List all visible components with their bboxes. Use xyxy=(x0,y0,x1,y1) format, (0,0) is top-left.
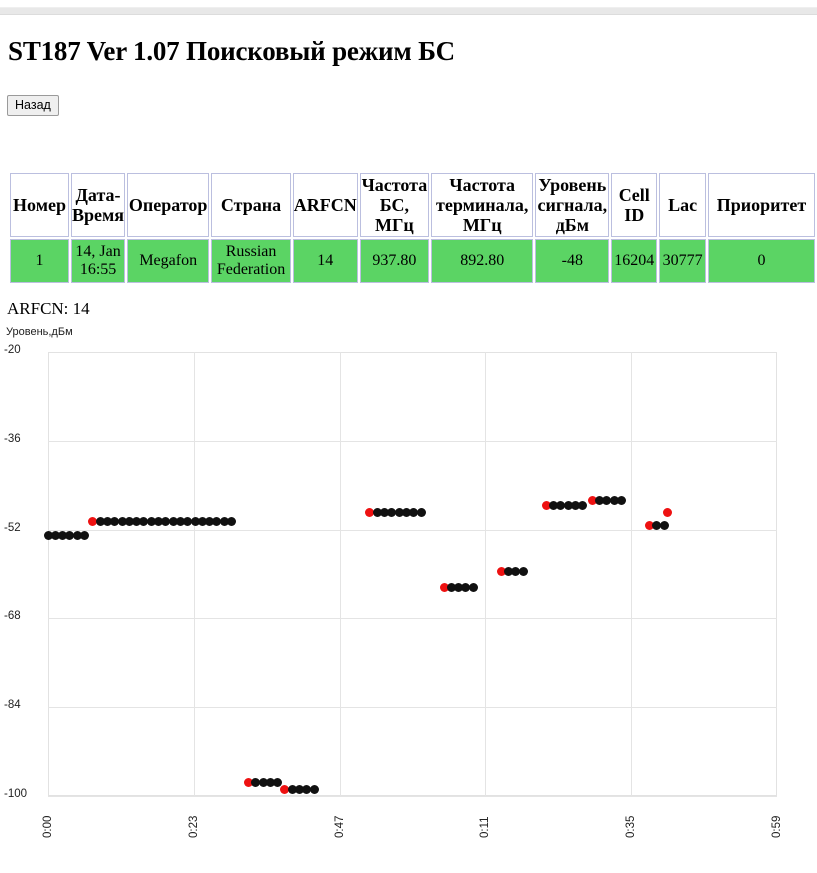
column-header-cell-id: Cell ID xyxy=(611,173,658,237)
cell-cell-id: 16204 xyxy=(611,239,658,283)
column-header-datetime: Дата- Время xyxy=(71,173,126,237)
header-line-1: Cell xyxy=(618,184,650,205)
gridline-vertical xyxy=(485,352,487,796)
cell-line-1: 14, Jan xyxy=(75,243,121,261)
base-station-table: Номер Дата- Время Оператор Страна ARFCN … xyxy=(8,171,817,285)
header-line-1: Частота xyxy=(449,174,516,195)
header-line-2: Время xyxy=(72,205,125,225)
y-tick-label: -52 xyxy=(4,521,21,534)
gridline-horizontal xyxy=(48,440,777,442)
column-header-priority: Приоритет xyxy=(707,173,815,237)
cell-terminal-frequency: 892.80 xyxy=(431,239,534,283)
column-header-terminal-frequency: Частота терминала, МГц xyxy=(431,173,534,237)
x-tick-label: 0:59 xyxy=(771,815,783,838)
data-point xyxy=(226,516,236,526)
gridline-horizontal xyxy=(48,618,777,620)
header-line-1: Дата- xyxy=(75,184,121,205)
data-point xyxy=(518,566,528,576)
column-header-number: Номер xyxy=(10,173,70,237)
cell-number: 1 xyxy=(10,239,70,283)
header-line-3: МГц xyxy=(374,215,414,236)
y-tick-label: -20 xyxy=(4,344,21,356)
cell-arfcn: 14 xyxy=(292,239,358,283)
x-tick-label: 0:11 xyxy=(479,816,492,838)
y-tick-label: -100 xyxy=(4,788,28,800)
plot-area xyxy=(48,352,777,796)
x-tick-label: 0:35 xyxy=(625,815,638,838)
table-header-row: Номер Дата- Время Оператор Страна ARFCN … xyxy=(10,173,815,237)
table-row: 1 14, Jan 16:55 Megafon Russian Federati… xyxy=(10,239,815,283)
cell-line-1: Russian xyxy=(225,243,277,261)
cell-line-2: 16:55 xyxy=(79,261,117,278)
cell-priority: 0 xyxy=(707,239,815,283)
data-point xyxy=(309,784,319,794)
data-point xyxy=(659,521,669,531)
x-tick-label: 0:47 xyxy=(333,815,346,838)
data-point xyxy=(79,530,89,540)
header-line-3: дБм xyxy=(555,215,589,236)
arfcn-label: ARFCN: 14 xyxy=(7,299,90,318)
cell-signal-level: -48 xyxy=(535,239,610,283)
y-tick-label: -36 xyxy=(4,432,21,445)
column-header-lac: Lac xyxy=(659,173,706,237)
column-header-bs-frequency: Частота БС, МГц xyxy=(359,173,430,237)
column-header-country: Страна xyxy=(211,173,291,237)
header-line-2: терминала, xyxy=(436,194,529,215)
header-line-1: Уровень xyxy=(538,174,607,195)
back-button[interactable]: Назад xyxy=(7,95,59,116)
top-divider-bar xyxy=(0,7,817,15)
page-title: ST187 Ver 1.07 Поисковый режим БС xyxy=(8,36,455,67)
gridline-vertical xyxy=(193,352,195,796)
cell-country: Russian Federation xyxy=(211,239,291,283)
header-line-3: МГц xyxy=(462,215,502,236)
gridline-horizontal xyxy=(48,707,777,709)
header-line-2: сигнала, xyxy=(537,194,608,215)
column-header-signal-level: Уровень сигнала, дБм xyxy=(535,173,610,237)
gridline-horizontal xyxy=(48,796,777,797)
y-tick-label: -84 xyxy=(4,699,21,712)
data-point xyxy=(416,507,426,517)
column-header-arfcn: ARFCN xyxy=(292,173,358,237)
gridline-horizontal xyxy=(48,529,777,531)
column-header-operator: Оператор xyxy=(127,173,210,237)
x-tick-label: 0:23 xyxy=(187,815,200,838)
cell-datetime: 14, Jan 16:55 xyxy=(71,239,126,283)
signal-level-scatter-chart: -20 -36 -52 -68 -84 -100 0:00 0:23 0:47 0:11 0:35… xyxy=(0,330,817,873)
gridline-vertical xyxy=(339,352,341,796)
cell-operator: Megafon xyxy=(127,239,210,283)
header-line-1: Частота xyxy=(361,174,428,195)
header-line-2: ID xyxy=(624,205,645,225)
cell-bs-frequency: 937.80 xyxy=(359,239,430,283)
gridline-vertical xyxy=(631,352,633,796)
cell-line-2: Federation xyxy=(216,261,286,278)
x-tick-label: 0:00 xyxy=(42,815,54,838)
header-line-2: БС, xyxy=(379,194,410,215)
cell-lac: 30777 xyxy=(659,239,706,283)
y-tick-label: -68 xyxy=(4,610,21,623)
